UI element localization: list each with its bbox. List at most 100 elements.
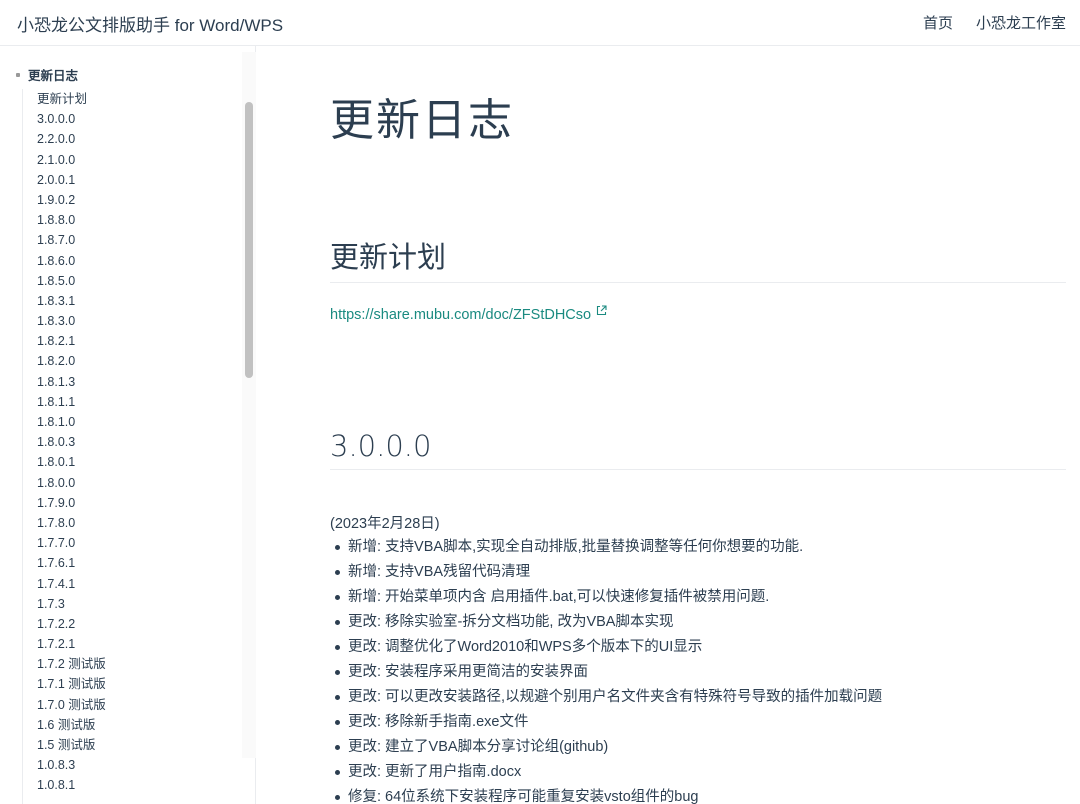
bullet-icon <box>335 620 340 625</box>
sidebar-sub-list: 更新计划 3.0.0.0 2.2.0.0 2.1.0.0 2.0.0.1 1.9.0.2 1… <box>22 89 223 804</box>
list-item: 2.2.0.0 <box>23 129 223 149</box>
sidebar-sub-item[interactable]: 2.2.0.0 <box>23 129 223 149</box>
change-item: 更改: 移除实验室-拆分文档功能, 改为VBA脚本实现 <box>330 610 1066 635</box>
version-date: (2023年2月28日) <box>330 515 440 532</box>
nav-links: 首页 小恐龙工作室 <box>923 12 1066 33</box>
sidebar-sub-item[interactable]: 1.7.2 测试版 <box>23 654 223 674</box>
bullet-icon <box>335 670 340 675</box>
sidebar-sub-item[interactable]: 1.5 测试版 <box>23 735 223 755</box>
sidebar-sub-item[interactable]: 1.8.1.1 <box>23 392 223 412</box>
change-item: 新增: 开始菜单项内含 启用插件.bat,可以快速修复插件被禁用问题. <box>330 585 1066 610</box>
list-item: 1.7.1 测试版 <box>23 674 223 694</box>
sidebar-group-header[interactable]: 更新日志 <box>16 65 78 84</box>
list-item: 1.7.2.2 <box>23 614 223 634</box>
list-item: 1.8.2.0 <box>23 351 223 371</box>
sidebar-clipped-item: ‒ ‒ ‒ ‒ <box>30 46 77 52</box>
bullet-icon <box>335 795 340 800</box>
sidebar-sub-item[interactable]: 1.8.1.0 <box>23 412 223 432</box>
list-item: 1.8.8.0 <box>23 210 223 230</box>
sidebar-sub-item[interactable]: 1.8.6.0 <box>23 251 223 271</box>
sidebar-sub-item[interactable]: 1.8.2.0 <box>23 351 223 371</box>
list-item: 1.5 测试版 <box>23 735 223 755</box>
sidebar-sub-item[interactable]: 1.0.8.1 <box>23 775 223 795</box>
list-item: 1.7.8.0 <box>23 513 223 533</box>
sidebar-sub-item[interactable]: 1.7.0 测试版 <box>23 695 223 715</box>
nav-link-studio[interactable]: 小恐龙工作室 <box>976 12 1066 33</box>
change-text: 更改: 更新了用户指南.docx <box>348 764 522 780</box>
sidebar-sub-item[interactable]: 1.8.1.3 <box>23 372 223 392</box>
section-heading-plan: 更新计划 <box>330 234 1066 283</box>
sidebar-sub-item[interactable]: 1.7.2.2 <box>23 614 223 634</box>
sidebar-sub-item[interactable]: 1.8.3.0 <box>23 311 223 331</box>
list-item: 1.8.0.1 <box>23 452 223 472</box>
sidebar-sub-item[interactable]: 1.8.8.0 <box>23 210 223 230</box>
sidebar-group-title: 更新日志 <box>28 69 79 83</box>
list-item: 1.7.2.1 <box>23 634 223 654</box>
sidebar-sub-item[interactable]: 1.7.9.0 <box>23 493 223 513</box>
section-heading-version: 3.0.0.0 <box>330 429 1066 470</box>
change-text: 更改: 安装程序采用更简洁的安装界面 <box>348 664 589 680</box>
change-list: 新增: 支持VBA脚本,实现全自动排版,批量替换调整等任何你想要的功能. 新增: … <box>330 535 1066 804</box>
list-item: 3.0.0.0 <box>23 109 223 129</box>
list-item: 1.8.3.0 <box>23 311 223 331</box>
sidebar-sub-item[interactable]: 1.7.4.1 <box>23 574 223 594</box>
change-item: 新增: 支持VBA残留代码清理 <box>330 560 1066 585</box>
list-item: 1.8.1.0 <box>23 412 223 432</box>
sidebar-sub-item[interactable]: 1.8.0.0 <box>23 473 223 493</box>
change-text: 修复: 64位系统下安装程序可能重复安装vsto组件的bug <box>348 789 699 804</box>
sidebar-sub-item[interactable]: 1.8.3.1 <box>23 291 223 311</box>
sidebar-sub-item[interactable]: 1.8.5.0 <box>23 271 223 291</box>
list-item: 1.8.5.0 <box>23 271 223 291</box>
list-item: 1.7.4.1 <box>23 574 223 594</box>
list-item: 1.8.2.1 <box>23 331 223 351</box>
change-item: 新增: 支持VBA脚本,实现全自动排版,批量替换调整等任何你想要的功能. <box>330 535 1066 560</box>
sidebar-sub-item[interactable]: 1.9.0.2 <box>23 190 223 210</box>
plan-link[interactable]: https://share.mubu.com/doc/ZFStDHCso <box>330 304 607 323</box>
sidebar-sub-item[interactable]: 3.0.0.0 <box>23 109 223 129</box>
sidebar-scrollbar-thumb[interactable] <box>245 102 253 378</box>
list-item: 1.7.6.1 <box>23 553 223 573</box>
sidebar-sub-item[interactable]: 2.0.0.1 <box>23 170 223 190</box>
sidebar-sub-item[interactable]: 1.8.0.3 <box>23 432 223 452</box>
sidebar-sub-item[interactable]: 更新计划 <box>23 89 223 109</box>
sidebar-sub-item[interactable]: 1.8.2.1 <box>23 331 223 351</box>
bullet-icon <box>335 745 340 750</box>
change-item: 更改: 移除新手指南.exe文件 <box>330 710 1066 735</box>
external-link-icon <box>596 304 607 320</box>
sidebar-sub-item[interactable]: 1.7.8.0 <box>23 513 223 533</box>
change-text: 更改: 建立了VBA脚本分享讨论组(github) <box>348 739 609 755</box>
sidebar-sub-item[interactable]: 1.8.7.0 <box>23 230 223 250</box>
sidebar-sub-item[interactable]: 1.7.1 测试版 <box>23 674 223 694</box>
list-item: 1.8.6.0 <box>23 251 223 271</box>
change-text: 更改: 移除新手指南.exe文件 <box>348 714 529 730</box>
page-title: 更新日志 <box>330 95 514 146</box>
sidebar-sub-item[interactable]: 1.7.7.0 <box>23 533 223 553</box>
list-item: 1.8.1.3 <box>23 372 223 392</box>
site-name-link[interactable]: 小恐龙公文排版助手 for Word/WPS <box>17 11 283 36</box>
sidebar-sub-item[interactable]: 1.7.6.1 <box>23 553 223 573</box>
sidebar-sub-item[interactable]: 1.7.2.1 <box>23 634 223 654</box>
bullet-icon <box>335 645 340 650</box>
list-item: 1.0.8.1 <box>23 775 223 795</box>
list-item: 1.7.7.0 <box>23 533 223 553</box>
change-item: 更改: 可以更改安装路径,以规避个别用户名文件夹含有特殊符号导致的插件加载问题 <box>330 685 1066 710</box>
plan-link-text: https://share.mubu.com/doc/ZFStDHCso <box>330 307 592 323</box>
list-item: 1.7.9.0 <box>23 493 223 513</box>
list-item: 1.7.3 <box>23 594 223 614</box>
bullet-icon <box>335 695 340 700</box>
sidebar-sub-item[interactable]: 1.0.8.3 <box>23 755 223 775</box>
sidebar-sub-item[interactable]: 1.8.0.1 <box>23 452 223 472</box>
list-item: 1.6 测试版 <box>23 715 223 735</box>
sidebar-sub-item[interactable]: 1.7.3 <box>23 594 223 614</box>
bullet-icon <box>335 545 340 550</box>
list-item: 1.9.0.2 <box>23 190 223 210</box>
sidebar-sub-item[interactable]: 2.1.0.0 <box>23 150 223 170</box>
list-item: 1.0.8.3 <box>23 755 223 775</box>
list-item: 2.1.0.0 <box>23 150 223 170</box>
change-text: 更改: 调整优化了Word2010和WPS多个版本下的UI显示 <box>348 639 703 655</box>
bullet-icon <box>335 570 340 575</box>
change-item: 更改: 调整优化了Word2010和WPS多个版本下的UI显示 <box>330 635 1066 660</box>
sidebar-sub-item[interactable]: 1.6 测试版 <box>23 715 223 735</box>
list-item: 1.7.0 测试版 <box>23 695 223 715</box>
nav-link-home[interactable]: 首页 <box>923 12 953 33</box>
